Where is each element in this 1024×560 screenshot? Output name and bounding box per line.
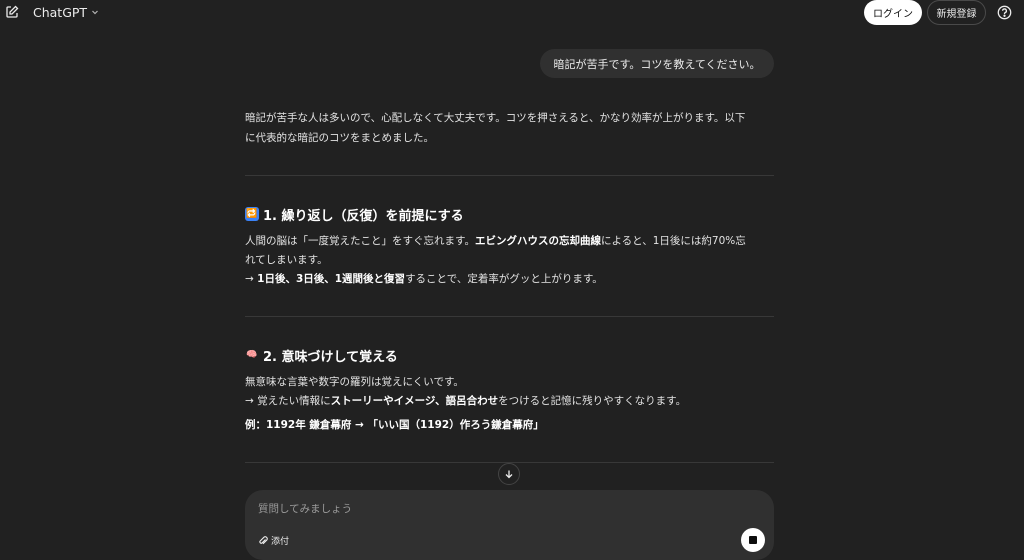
body-text: することで、定着率がグッと上がります。	[405, 273, 603, 285]
user-message-bubble: 暗記が苦手です。コツを教えてください。	[540, 49, 774, 78]
body-bold: ストーリーやイメージ、語呂合わせ	[330, 395, 499, 407]
section-body: 人間の脳は「一度覚えたこと」をすぐ忘れます。エビングハウスの忘却曲線によると、1…	[245, 232, 775, 289]
assistant-intro: 暗記が苦手な人は多いので、心配しなくて大丈夫です。コツを押さえると、かなり効率が…	[245, 108, 775, 148]
stop-button[interactable]	[741, 528, 765, 552]
body-text: → 覚えたい情報に	[245, 395, 331, 407]
paperclip-icon	[259, 535, 268, 544]
attach-label: 添付	[271, 536, 290, 547]
body-line: れてしまいます。	[245, 254, 328, 266]
model-name: ChatGPT	[33, 4, 88, 20]
body-text: 人間の脳は「一度覚えたこと」をすぐ忘れます。	[245, 235, 475, 247]
signup-button[interactable]: 新規登録	[927, 0, 986, 25]
model-switcher[interactable]: ChatGPT	[33, 3, 99, 21]
body-bold: エビングハウスの忘却曲線	[474, 235, 601, 247]
section-body: 無意味な言葉や数字の羅列は覚えにくいです。 → 覚えたい情報にストーリーやイメー…	[245, 373, 775, 411]
section-title: 2. 意味づけして覚える	[263, 349, 398, 365]
scroll-to-bottom-button[interactable]	[498, 463, 520, 485]
new-chat-icon[interactable]	[5, 5, 19, 19]
chevron-down-icon	[91, 8, 99, 16]
attach-button[interactable]: 添付	[258, 532, 289, 548]
stop-icon	[749, 536, 757, 544]
arrow-text: →	[245, 273, 258, 285]
section-divider	[245, 175, 774, 176]
section-title: 1. 繰り返し（反復）を前提にする	[263, 208, 464, 224]
body-line: → 1日後、3日後、1週間後と復習することで、定着率がグッと上がります。	[245, 270, 775, 289]
section-heading: 🔁 1. 繰り返し（反復）を前提にする	[245, 204, 464, 224]
body-text: をつけると記憶に残りやすくなります。	[498, 395, 687, 407]
example-line: 例：1192年 鎌倉幕府 → 「いい国（1192）作ろう鎌倉幕府」	[245, 419, 544, 431]
section-heading: 🧠 2. 意味づけして覚える	[245, 345, 398, 365]
intro-line: に代表的な暗記のコツをまとめました。	[245, 132, 434, 144]
body-text: によると、1日後には約70%忘	[600, 235, 746, 247]
message-composer: 添付	[245, 490, 774, 560]
prompt-input[interactable]	[258, 501, 728, 517]
body-bold: 1日後、3日後、1週間後と復習	[257, 273, 406, 285]
top-bar: ChatGPT ログイン 新規登録	[0, 0, 1024, 26]
body-line: → 覚えたい情報にストーリーやイメージ、語呂合わせをつけると記憶に残りやすくなり…	[245, 392, 775, 411]
help-icon[interactable]	[997, 5, 1012, 20]
body-line: 人間の脳は「一度覚えたこと」をすぐ忘れます。エビングハウスの忘却曲線によると、1…	[245, 232, 775, 251]
body-line: 無意味な言葉や数字の羅列は覚えにくいです。	[245, 376, 464, 388]
login-button[interactable]: ログイン	[864, 0, 922, 25]
section-divider	[245, 316, 774, 317]
brain-icon: 🧠	[246, 350, 258, 360]
arrow-down-icon	[505, 470, 513, 479]
repeat-icon: 🔁	[245, 207, 259, 221]
intro-line: 暗記が苦手な人は多いので、心配しなくて大丈夫です。コツを押さえると、かなり効率が…	[245, 112, 746, 124]
